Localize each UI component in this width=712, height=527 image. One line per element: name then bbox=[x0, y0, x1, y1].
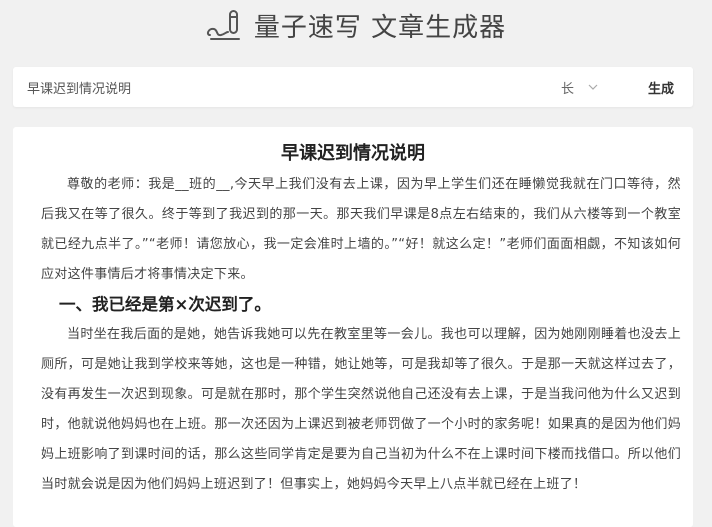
section-heading: 一、我已经是第×次迟到了。 bbox=[59, 295, 271, 314]
pen-write-icon bbox=[206, 10, 240, 40]
length-select-value: 长 bbox=[561, 81, 575, 97]
article-panel: 早课迟到情况说明 尊敬的老师：我是__班的__,今天早上我们没有去上课，因为早上… bbox=[13, 127, 693, 527]
article-body: 尊敬的老师：我是__班的__,今天早上我们没有去上课，因为早上学生们还在睡懒觉我… bbox=[41, 170, 681, 500]
topic-input[interactable] bbox=[21, 73, 513, 101]
article-paragraph: 当时坐在我后面的是她，她告诉我她可以先在教室里等一会儿。我也可以理解，因为她刚刚… bbox=[41, 327, 681, 492]
topic-toolbar: 长 生成 bbox=[13, 67, 693, 107]
chevron-down-icon bbox=[588, 84, 598, 90]
length-select[interactable]: 长 bbox=[561, 75, 611, 99]
article-title: 早课迟到情况说明 bbox=[281, 143, 425, 164]
app-title: 量子速写 文章生成器 bbox=[253, 12, 507, 43]
generate-button[interactable]: 生成 bbox=[641, 75, 681, 99]
article-paragraph: 尊敬的老师：我是__班的__,今天早上我们没有去上课，因为早上学生们还在睡懒觉我… bbox=[41, 177, 681, 282]
app-header: 量子速写 文章生成器 bbox=[0, 0, 712, 50]
